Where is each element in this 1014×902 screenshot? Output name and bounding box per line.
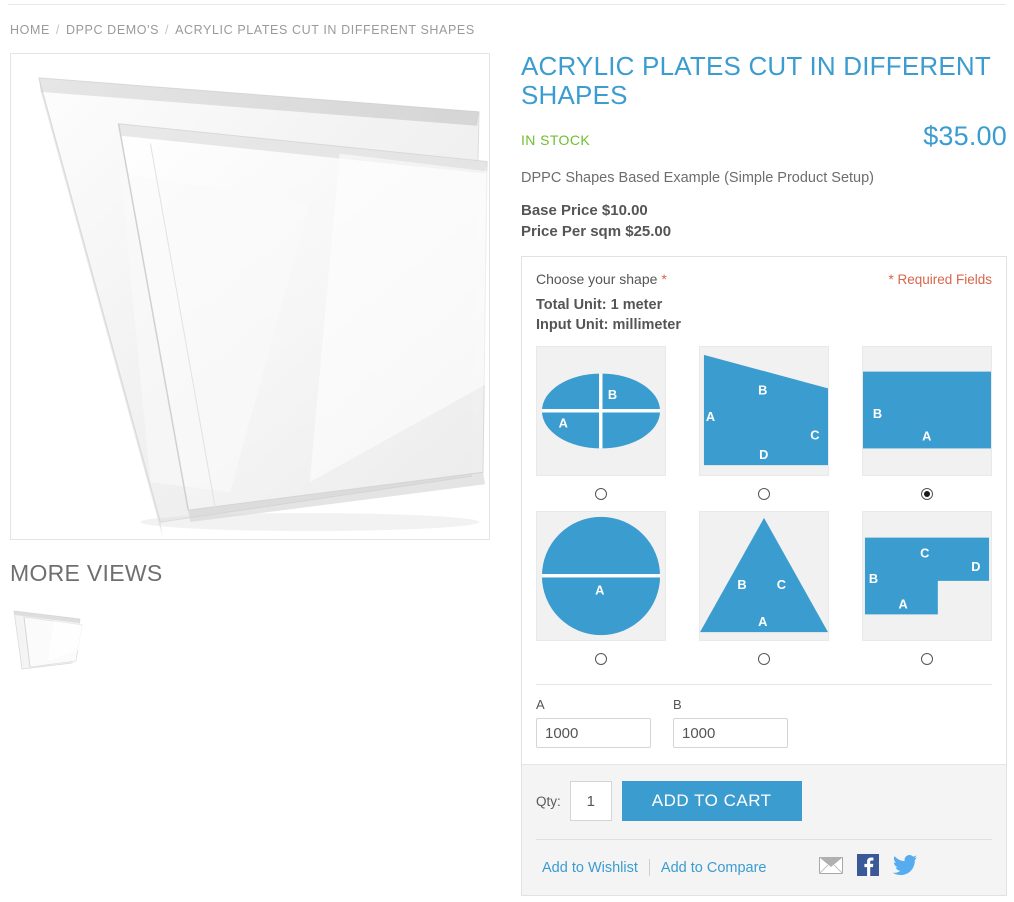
options-header: Choose your shape * * Required Fields xyxy=(536,271,992,287)
base-price-line: Base Price $10.00 xyxy=(521,202,648,219)
breadcrumb-separator: / xyxy=(165,23,170,37)
product-price: $35.00 xyxy=(923,121,1007,151)
circle-label-a: A xyxy=(595,583,604,598)
thumbnail-item[interactable] xyxy=(10,603,84,677)
shape-option-triangle[interactable]: B C A xyxy=(699,511,829,670)
rectangle-label-b: B xyxy=(873,406,882,421)
email-icon[interactable] xyxy=(818,856,844,879)
short-description: DPPC Shapes Based Example (Simple Produc… xyxy=(521,170,875,186)
trapezoid-label-b: B xyxy=(758,382,767,397)
total-unit-line: Total Unit: 1 meter xyxy=(536,297,663,313)
shape-radio-rectangle[interactable] xyxy=(921,487,933,500)
qty-input[interactable] xyxy=(569,781,612,821)
l-shape-shape-icon: C D B A xyxy=(864,537,990,615)
product-options-panel: Choose your shape * * Required Fields To… xyxy=(521,256,1007,896)
shape-radio-triangle[interactable] xyxy=(758,652,770,665)
add-to-compare-link[interactable]: Add to Compare xyxy=(661,860,767,876)
acrylic-sheet-thumbnail-illustration xyxy=(10,603,84,677)
product-info: ACRYLIC PLATES CUT IN DIFFERENT SHAPES I… xyxy=(521,52,1007,896)
breadcrumb-separator: / xyxy=(55,23,60,37)
shape-option-trapezoid[interactable]: A B C D xyxy=(699,346,829,505)
shape-option-rectangle[interactable]: B A xyxy=(862,346,992,505)
trapezoid-label-d: D xyxy=(759,447,768,462)
product-actions: Add to Wishlist Add to Compare xyxy=(536,840,992,881)
l-shape-label-b: B xyxy=(869,571,878,586)
choose-shape-label: Choose your shape * xyxy=(536,271,667,287)
product-page: HOME / DPPC DEMO'S / ACRYLIC PLATES CUT IN D… xyxy=(0,0,1014,902)
facebook-icon[interactable] xyxy=(857,854,879,881)
breadcrumb-item-home[interactable]: HOME xyxy=(10,23,50,37)
l-shape-label-a: A xyxy=(898,596,907,611)
rectangle-label-a: A xyxy=(922,429,931,444)
unit-info: Total Unit: 1 meter Input Unit: millimet… xyxy=(536,295,992,335)
trapezoid-label-c: C xyxy=(810,428,819,443)
shape-tile-rectangle[interactable]: B A xyxy=(862,346,992,476)
trapezoid-shape-icon: A B C D xyxy=(703,354,828,466)
thumbnail-list xyxy=(10,603,490,677)
shape-tile-l-shape[interactable]: C D B A xyxy=(862,511,992,641)
shape-radio-wrap-l-shape[interactable] xyxy=(862,650,992,670)
shape-radio-wrap-trapezoid[interactable] xyxy=(699,485,829,505)
triangle-shape-icon: B C A xyxy=(700,517,828,633)
shape-radio-ellipse[interactable] xyxy=(595,487,607,500)
shape-option-ellipse[interactable]: A B xyxy=(536,346,666,505)
circle-shape-icon: A xyxy=(541,516,661,636)
add-to-wishlist-link[interactable]: Add to Wishlist xyxy=(542,860,638,876)
ellipse-shape-icon: A B xyxy=(541,373,661,449)
triangle-label-c: C xyxy=(777,577,786,592)
ellipse-label-b: B xyxy=(608,387,617,402)
add-to-cart-section: Qty: ADD TO CART Add to Wishlist Add to … xyxy=(522,764,1006,895)
ellipse-label-a: A xyxy=(559,416,568,431)
status-badge: IN STOCK xyxy=(521,132,591,148)
dimension-field-a: A xyxy=(536,697,667,748)
triangle-label-a: A xyxy=(758,614,767,629)
shape-radio-wrap-rectangle[interactable] xyxy=(862,485,992,505)
required-fields-note: * Required Fields xyxy=(888,272,992,287)
shape-radio-trapezoid[interactable] xyxy=(758,487,770,500)
main-product-image[interactable] xyxy=(10,53,490,540)
product-gallery: MORE VIEWS xyxy=(10,53,490,677)
shape-radio-circle[interactable] xyxy=(595,652,607,665)
triangle-label-b: B xyxy=(737,577,746,592)
shape-tile-ellipse[interactable]: A B xyxy=(536,346,666,476)
required-asterisk: * xyxy=(661,271,667,287)
shape-radio-wrap-circle[interactable] xyxy=(536,650,666,670)
shape-option-l-shape[interactable]: C D B A xyxy=(862,511,992,670)
page-title: ACRYLIC PLATES CUT IN DIFFERENT SHAPES xyxy=(521,51,991,110)
trapezoid-label-a: A xyxy=(706,409,715,424)
header-divider xyxy=(8,4,1006,5)
social-share-icons xyxy=(818,854,992,881)
l-shape-label-d: D xyxy=(971,559,980,574)
dimension-label-b: B xyxy=(673,697,682,712)
twitter-icon[interactable] xyxy=(892,855,917,880)
l-shape-label-c: C xyxy=(920,545,929,560)
shape-option-circle[interactable]: A xyxy=(536,511,666,670)
action-divider xyxy=(648,859,650,876)
acrylic-sheets-illustration xyxy=(11,54,489,539)
add-to-cart-button[interactable]: ADD TO CART xyxy=(621,781,802,821)
shape-radio-wrap-triangle[interactable] xyxy=(699,650,829,670)
shape-tile-circle[interactable]: A xyxy=(536,511,666,641)
input-unit-line: Input Unit: millimeter xyxy=(536,317,681,333)
dimension-field-b: B xyxy=(673,697,804,748)
breadcrumb-item-current: ACRYLIC PLATES CUT IN DIFFERENT SHAPES xyxy=(175,23,475,37)
dimension-inputs: A B xyxy=(536,685,992,764)
breadcrumb: HOME / DPPC DEMO'S / ACRYLIC PLATES CUT IN D… xyxy=(10,23,475,37)
availability-price-row: IN STOCK $35.00 xyxy=(521,121,1007,152)
shape-tile-triangle[interactable]: B C A xyxy=(699,511,829,641)
qty-label: Qty: xyxy=(536,793,561,809)
rectangle-shape-icon: B A xyxy=(863,371,991,449)
shape-radio-l-shape[interactable] xyxy=(921,652,933,665)
dimension-input-b[interactable] xyxy=(673,718,788,748)
breadcrumb-item-dppc-demos[interactable]: DPPC DEMO'S xyxy=(66,23,159,37)
more-views-title: MORE VIEWS xyxy=(10,560,163,586)
shape-radio-wrap-ellipse[interactable] xyxy=(536,485,666,505)
dimension-input-a[interactable] xyxy=(536,718,651,748)
qty-and-cart-row: Qty: ADD TO CART xyxy=(536,781,992,821)
price-breakdown: Base Price $10.00 Price Per sqm $25.00 xyxy=(521,200,1007,242)
shape-selector-grid: A B A B C D B A A B C A C D B A xyxy=(536,346,992,670)
price-per-sqm-line: Price Per sqm $25.00 xyxy=(521,223,672,240)
dimension-label-a: A xyxy=(536,697,545,712)
shape-tile-trapezoid[interactable]: A B C D xyxy=(699,346,829,476)
